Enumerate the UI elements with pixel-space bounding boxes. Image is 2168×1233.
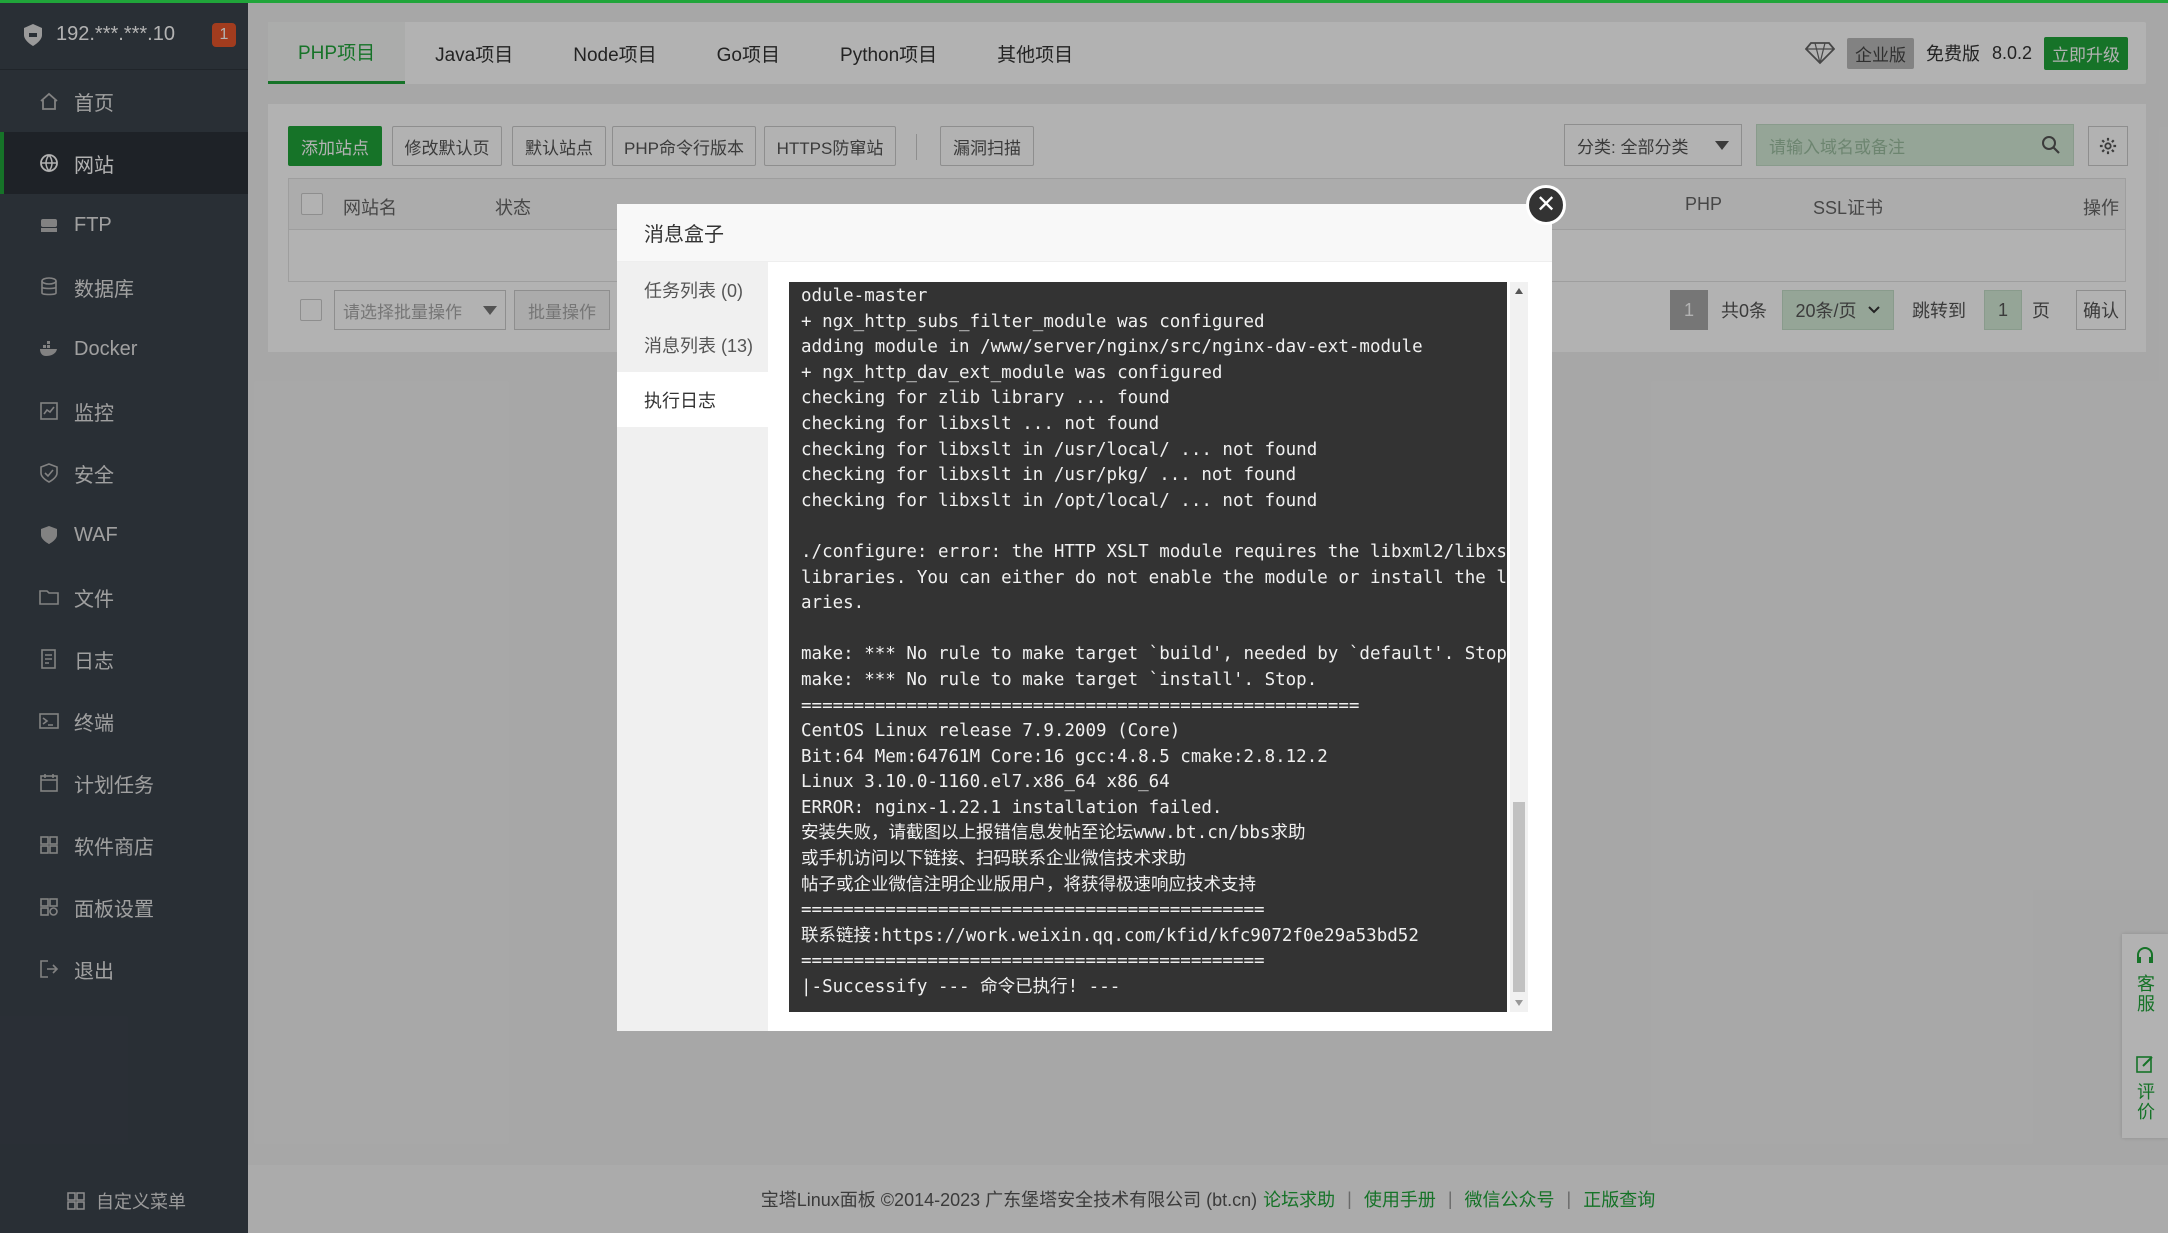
log-line: checking for libxslt in /usr/pkg/ ... no… bbox=[801, 465, 1297, 486]
log-line: CentOS Linux release 7.9.2009 (Core) bbox=[801, 721, 1181, 742]
log-line: 帖子或企业微信注明企业版用户，将获得极速响应技术支持 bbox=[801, 874, 1256, 895]
log-line: checking for libxslt in /usr/local/ ... … bbox=[801, 439, 1318, 460]
scroll-up-arrow-icon[interactable] bbox=[1515, 288, 1523, 294]
log-line: |-Successify --- 命令已执行! --- bbox=[801, 977, 1121, 998]
log-line: 安装失败，请截图以上报错信息发帖至论坛www.bt.cn/bbs求助 bbox=[801, 823, 1306, 844]
execution-log-output[interactable]: odule-master + ngx_http_subs_filter_modul… bbox=[789, 282, 1507, 1012]
log-line: odule-master bbox=[801, 286, 928, 306]
log-line: checking for libxslt in /opt/local/ ... … bbox=[801, 490, 1318, 511]
log-line: 或手机访问以下链接、扫码联系企业微信技术求助 bbox=[801, 849, 1186, 870]
log-scrollbar[interactable] bbox=[1510, 282, 1528, 1012]
tab-execution-log[interactable]: 执行日志 bbox=[617, 372, 768, 427]
log-line: 联系链接:https://work.weixin.qq.com/kfid/kfc… bbox=[801, 925, 1419, 946]
top-accent-line bbox=[0, 0, 2168, 3]
log-line: ========================================… bbox=[801, 900, 1265, 921]
log-line: + ngx_http_dav_ext_module was configured bbox=[801, 362, 1223, 383]
scroll-down-arrow-icon[interactable] bbox=[1515, 1000, 1523, 1006]
log-line: aries. bbox=[801, 593, 865, 614]
log-line: make: *** No rule to make target `build'… bbox=[801, 644, 1507, 665]
message-box-modal: 消息盒子 任务列表 (0) 消息列表 (13) 执行日志 odule-maste… bbox=[617, 204, 1552, 1031]
tab-task-list[interactable]: 任务列表 (0) bbox=[617, 262, 768, 317]
log-line: ========================================… bbox=[801, 695, 1360, 716]
log-line: ./configure: error: the HTTP XSLT module… bbox=[801, 541, 1507, 562]
scrollbar-thumb[interactable] bbox=[1513, 802, 1525, 992]
log-line: + ngx_http_subs_filter_module was config… bbox=[801, 311, 1265, 332]
modal-title: 消息盒子 bbox=[617, 204, 1552, 262]
tab-message-list[interactable]: 消息列表 (13) bbox=[617, 317, 768, 372]
close-icon: ✕ bbox=[1535, 191, 1557, 218]
log-line: libraries. You can either do not enable … bbox=[801, 567, 1507, 588]
log-line: make: *** No rule to make target `instal… bbox=[801, 669, 1318, 690]
log-line: checking for zlib library ... found bbox=[801, 388, 1170, 409]
log-line: ========================================… bbox=[801, 951, 1265, 972]
modal-side-tabs: 任务列表 (0) 消息列表 (13) 执行日志 bbox=[617, 262, 768, 1031]
log-line: checking for libxslt ... not found bbox=[801, 413, 1160, 434]
log-line: ERROR: nginx-1.22.1 installation failed. bbox=[801, 797, 1223, 818]
log-line: Linux 3.10.0-1160.el7.x86_64 x86_64 bbox=[801, 772, 1170, 793]
log-line: adding module in /www/server/nginx/src/n… bbox=[801, 337, 1423, 358]
close-modal-button[interactable]: ✕ bbox=[1526, 185, 1566, 225]
log-line: Bit:64 Mem:64761M Core:16 gcc:4.8.5 cmak… bbox=[801, 746, 1328, 767]
